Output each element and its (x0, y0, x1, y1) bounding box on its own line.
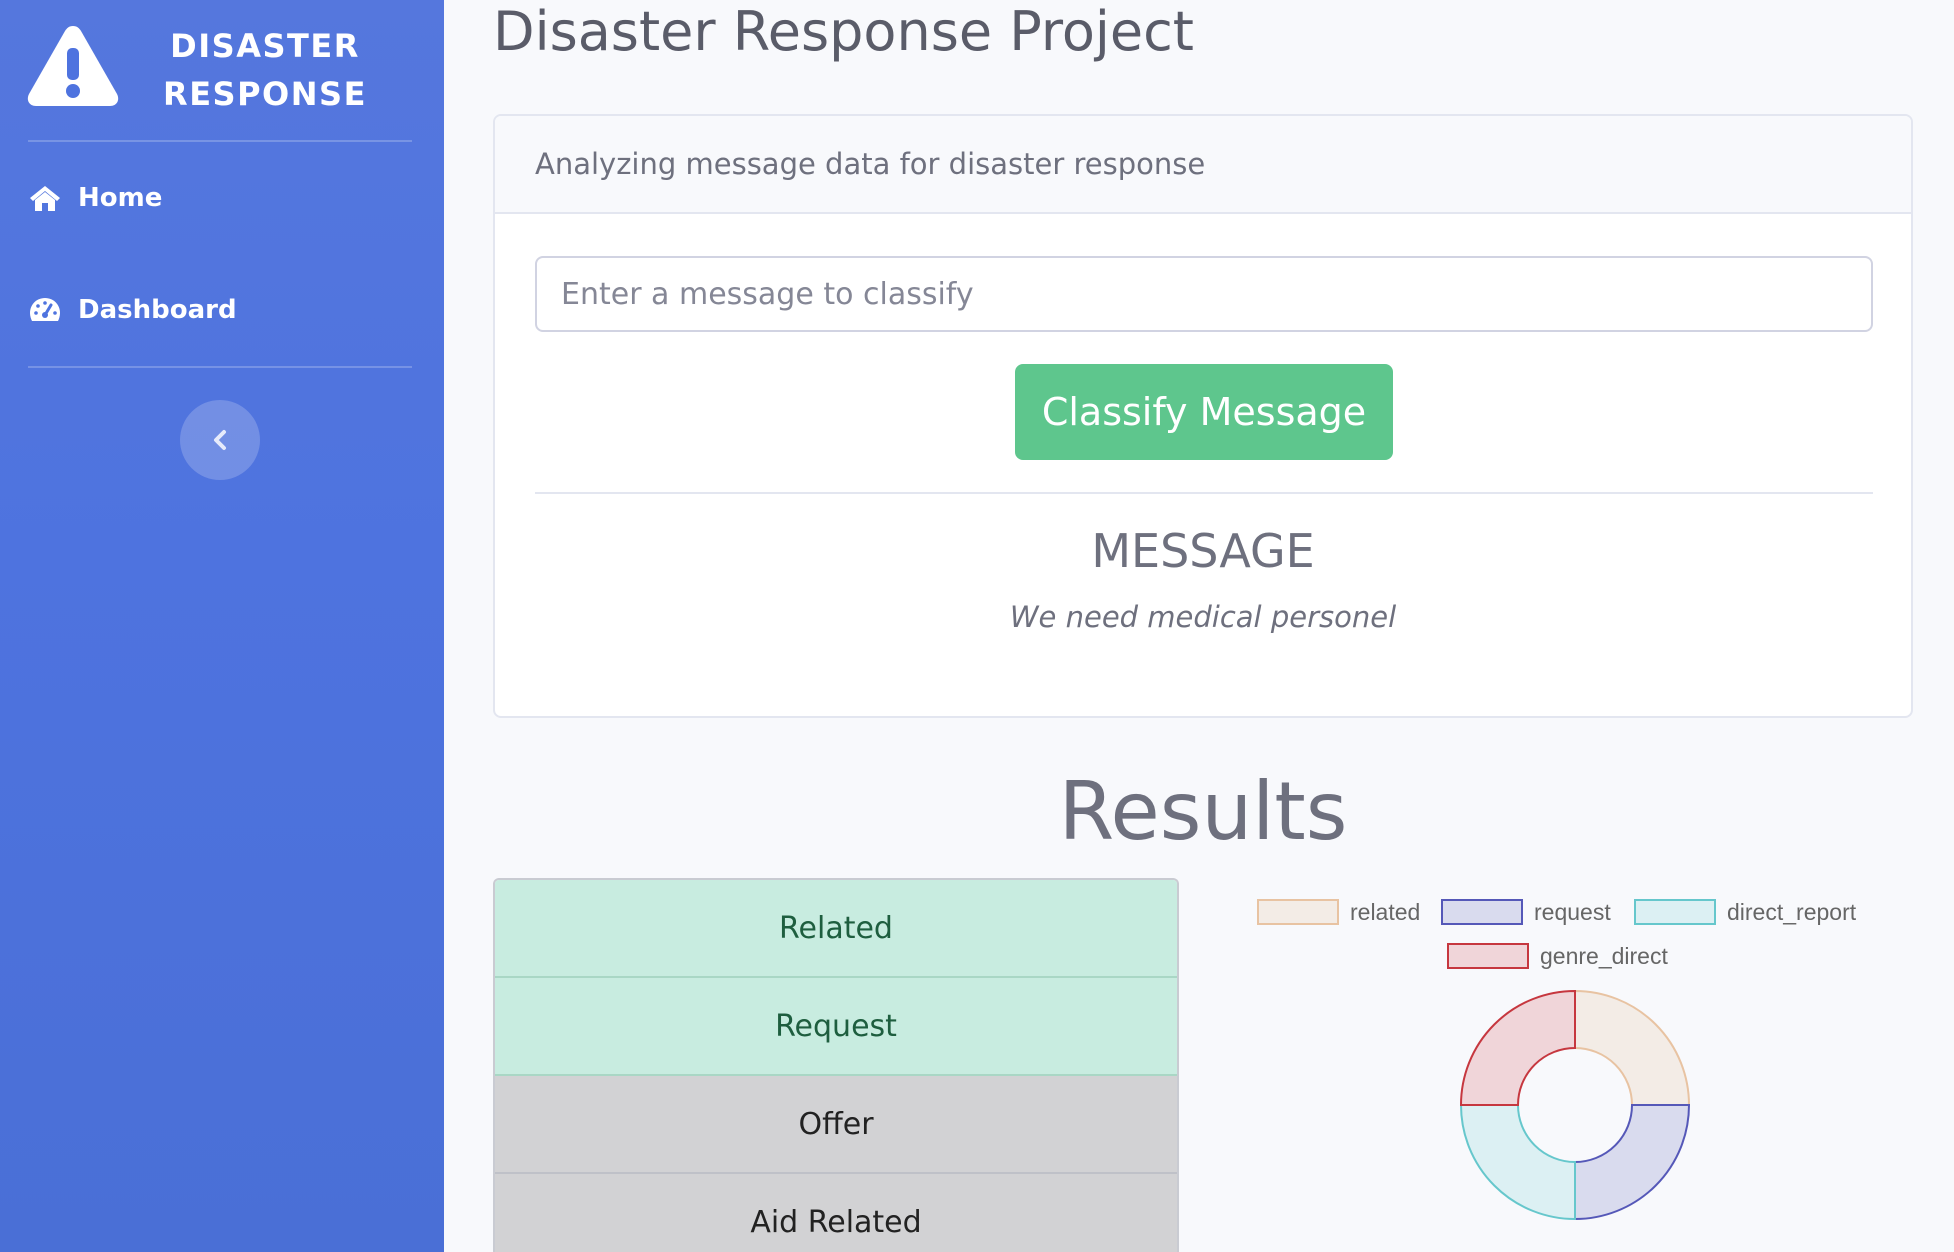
chart-slice-direct-report[interactable] (1459, 1104, 1576, 1221)
warning-icon (27, 26, 119, 106)
chart-slice-related[interactable] (1574, 989, 1691, 1106)
classify-message-button[interactable]: Classify Message (1015, 364, 1393, 460)
results-title: Results (1058, 765, 1348, 858)
sidebar-item-home[interactable]: Home (28, 168, 162, 228)
legend-swatch (1441, 899, 1523, 925)
sidebar-item-dashboard[interactable]: Dashboard (28, 280, 237, 340)
legend-swatch (1447, 943, 1529, 969)
chart-legend: related request direct_report genre_direct (1257, 899, 1857, 969)
legend-item-related[interactable]: related (1257, 899, 1420, 925)
category-item-related: Related (495, 880, 1177, 978)
chart-slice-genre-direct[interactable] (1459, 989, 1576, 1106)
legend-label: request (1534, 899, 1611, 925)
card-header: Analyzing message data for disaster resp… (495, 116, 1911, 214)
message-input[interactable] (535, 256, 1873, 332)
brand-line-1: DISASTER (170, 27, 360, 65)
page-title: Disaster Response Project (493, 0, 1194, 63)
legend-label: genre_direct (1540, 943, 1668, 969)
sidebar-toggle-button[interactable] (180, 400, 260, 480)
sidebar-item-label: Home (78, 183, 163, 213)
legend-label: related (1350, 899, 1420, 925)
brand-line-2: RESPONSE (163, 75, 367, 113)
home-icon (30, 186, 60, 211)
brand-name: DISASTER RESPONSE (150, 22, 380, 118)
category-item-offer: Offer (495, 1076, 1177, 1174)
legend-swatch (1257, 899, 1339, 925)
message-heading: MESSAGE (1091, 524, 1315, 578)
message-text: We need medical personel (1009, 600, 1397, 634)
legend-item-request[interactable]: request (1441, 899, 1611, 925)
legend-item-genre-direct[interactable]: genre_direct (1447, 943, 1668, 969)
sidebar-divider (28, 366, 412, 368)
chevron-left-icon (214, 430, 226, 450)
sidebar: DISASTER RESPONSE Home Dashboard (0, 0, 444, 1252)
classifier-card: Analyzing message data for disaster resp… (493, 114, 1913, 718)
tachometer-icon (30, 298, 60, 321)
category-item-request: Request (495, 978, 1177, 1076)
chart-slice-request[interactable] (1574, 1104, 1691, 1221)
sidebar-brand[interactable]: DISASTER RESPONSE (0, 0, 444, 140)
legend-label: direct_report (1727, 899, 1857, 925)
legend-item-direct-report[interactable]: direct_report (1634, 899, 1857, 925)
category-doughnut-chart: related request direct_report genre_direct (1257, 899, 1857, 1221)
sidebar-divider (28, 140, 412, 142)
card-divider (535, 492, 1873, 494)
category-list: Related Request Offer Aid Related (493, 878, 1179, 1252)
legend-swatch (1634, 899, 1716, 925)
category-item-aid-related: Aid Related (495, 1174, 1177, 1252)
sidebar-item-label: Dashboard (78, 295, 237, 325)
chart-slices (1459, 989, 1691, 1221)
